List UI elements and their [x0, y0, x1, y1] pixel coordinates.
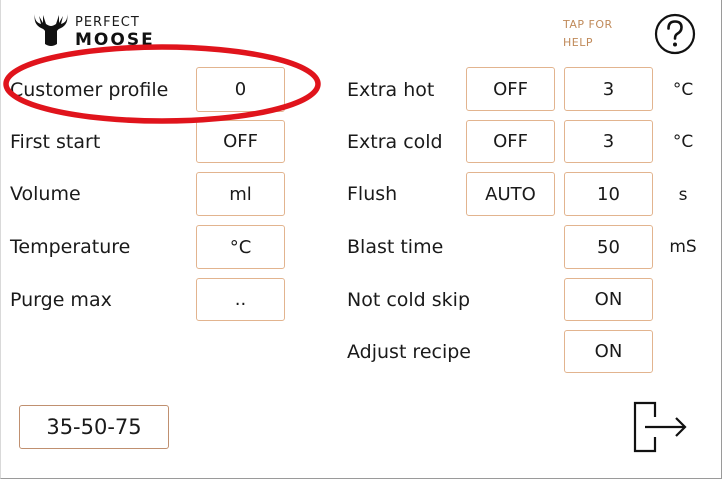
extra-cold-mode-field[interactable]: OFF [466, 120, 555, 163]
first-start-field[interactable]: OFF [196, 120, 285, 163]
customer-profile-label: Customer profile [10, 79, 169, 101]
temperature-label: Temperature [10, 236, 131, 258]
flush-unit: s [678, 185, 688, 205]
extra-cold-unit: °C [672, 132, 694, 152]
blast-time-label: Blast time [347, 236, 444, 258]
adjust-recipe-field[interactable]: ON [564, 330, 653, 373]
adjust-recipe-label: Adjust recipe [347, 341, 471, 363]
logo: PERFECT MOOSE [31, 10, 181, 50]
exit-icon[interactable] [631, 400, 691, 454]
first-start-label: First start [10, 131, 101, 153]
flush-label: Flush [347, 183, 398, 205]
customer-profile-field[interactable]: 0 [196, 67, 285, 112]
purge-max-field[interactable]: .. [196, 278, 285, 321]
extra-cold-value-field[interactable]: 3 [564, 120, 653, 163]
extra-hot-label: Extra hot [347, 79, 435, 101]
logo-text-line2: MOOSE [75, 30, 155, 48]
temperature-field[interactable]: °C [196, 225, 285, 269]
not-cold-skip-label: Not cold skip [347, 289, 471, 311]
extra-hot-unit: °C [672, 80, 694, 100]
volume-field[interactable]: ml [196, 172, 285, 216]
extra-hot-value-field[interactable]: 3 [564, 67, 653, 111]
preset-35-50-75-button[interactable]: 35-50-75 [19, 405, 169, 449]
flush-value-field[interactable]: 10 [564, 172, 653, 216]
tap-for-help-text: TAP FOR HELP [563, 16, 613, 52]
tap-for-help-line1: TAP FOR [563, 18, 613, 31]
extra-cold-label: Extra cold [347, 131, 443, 153]
volume-label: Volume [10, 183, 81, 205]
question-circle-icon[interactable] [653, 12, 697, 56]
not-cold-skip-field[interactable]: ON [564, 278, 653, 321]
purge-max-label: Purge max [10, 289, 112, 311]
blast-time-value-field[interactable]: 50 [564, 225, 653, 269]
tap-for-help-line2: HELP [563, 36, 593, 49]
flush-mode-field[interactable]: AUTO [466, 172, 555, 216]
extra-hot-mode-field[interactable]: OFF [466, 67, 555, 111]
settings-screen: PERFECT MOOSE TAP FOR HELP Customer prof… [0, 0, 722, 479]
logo-text-line1: PERFECT [75, 15, 140, 30]
moose-head-icon [34, 14, 68, 46]
blast-time-unit: mS [669, 237, 697, 257]
